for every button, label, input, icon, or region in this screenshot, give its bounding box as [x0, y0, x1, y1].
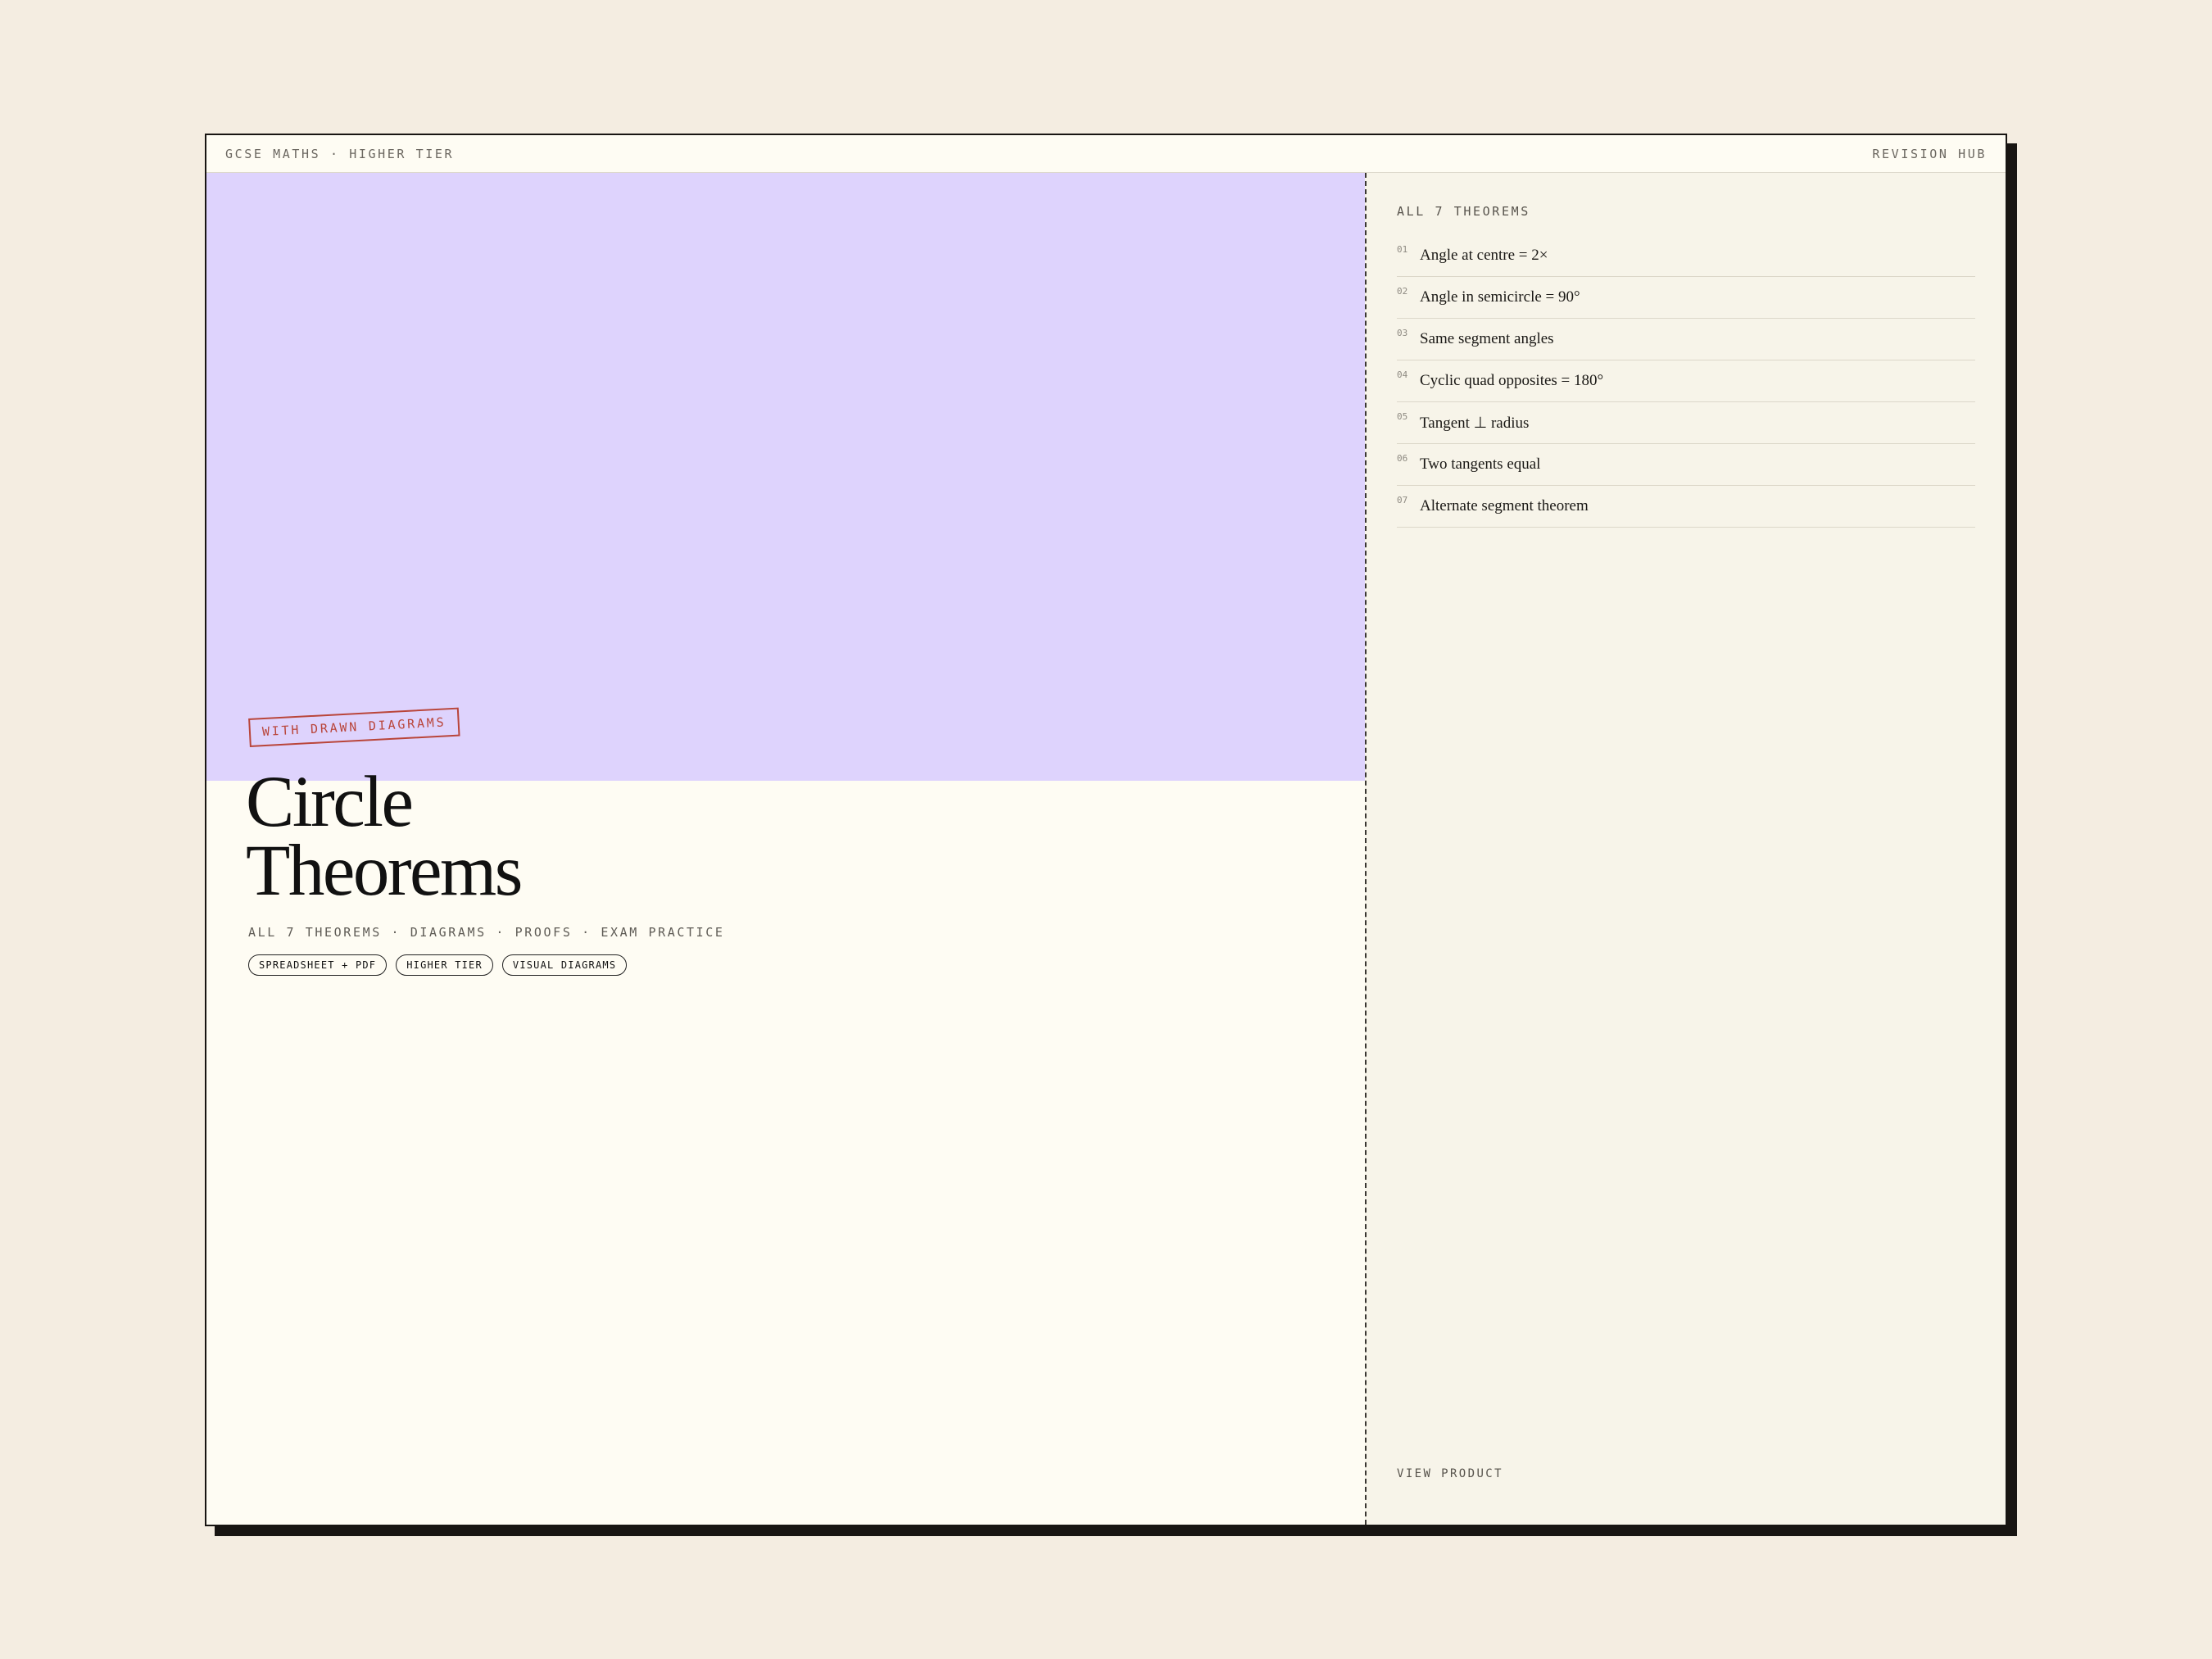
theorem-number: 05 — [1397, 411, 1408, 422]
view-product-link[interactable]: VIEW PRODUCT — [1397, 1467, 1503, 1480]
tag-list: SPREADSHEET + PDF HIGHER TIER VISUAL DIA… — [248, 954, 628, 976]
sidebar-heading: ALL 7 THEOREMS — [1397, 204, 1530, 219]
theorem-label: Tangent ⊥ radius — [1420, 415, 1530, 432]
theorem-label: Same segment angles — [1420, 330, 1554, 347]
title-line-2: Theorems — [246, 831, 523, 911]
theorem-item[interactable]: 02 Angle in semicircle = 90° — [1397, 277, 1975, 319]
tag-spreadsheet-pdf: SPREADSHEET + PDF — [248, 954, 388, 976]
hero-background — [206, 173, 1365, 781]
header-category: GCSE MATHS · HIGHER TIER — [225, 147, 455, 161]
page-title: Circle Theorems — [246, 762, 523, 911]
theorem-number: 04 — [1397, 369, 1408, 380]
theorem-item[interactable]: 07 Alternate segment theorem — [1397, 486, 1975, 528]
theorem-item[interactable]: 06 Two tangents equal — [1397, 444, 1975, 486]
theorem-number: 01 — [1397, 244, 1408, 255]
theorem-number: 02 — [1397, 286, 1408, 297]
title-line-1: Circle — [246, 762, 414, 842]
theorem-label: Angle at centre = 2× — [1420, 247, 1548, 264]
theorem-label: Cyclic quad opposites = 180° — [1420, 372, 1604, 389]
tag-visual-diagrams: VISUAL DIAGRAMS — [501, 954, 628, 976]
theorem-label: Two tangents equal — [1420, 456, 1541, 473]
theorem-list: 01 Angle at centre = 2× 02 Angle in semi… — [1397, 235, 1975, 528]
header-hub-label: REVISION HUB — [1872, 147, 1987, 161]
card-header: GCSE MATHS · HIGHER TIER REVISION HUB — [206, 135, 2006, 173]
theorem-number: 03 — [1397, 328, 1408, 338]
theorem-item[interactable]: 05 Tangent ⊥ radius — [1397, 402, 1975, 444]
theorem-item[interactable]: 03 Same segment angles — [1397, 319, 1975, 360]
theorem-item[interactable]: 04 Cyclic quad opposites = 180° — [1397, 360, 1975, 402]
tag-higher-tier: HIGHER TIER — [396, 954, 493, 976]
theorem-item[interactable]: 01 Angle at centre = 2× — [1397, 235, 1975, 277]
theorem-sidebar: ALL 7 THEOREMS 01 Angle at centre = 2× 0… — [1365, 173, 2006, 1525]
hero-subtitle: ALL 7 THEOREMS · DIAGRAMS · PROOFS · EXA… — [248, 925, 725, 940]
theorem-number: 06 — [1397, 453, 1408, 464]
theorem-number: 07 — [1397, 495, 1408, 505]
product-card: GCSE MATHS · HIGHER TIER REVISION HUB WI… — [205, 134, 2007, 1526]
theorem-label: Angle in semicircle = 90° — [1420, 288, 1580, 306]
theorem-label: Alternate segment theorem — [1420, 497, 1589, 514]
